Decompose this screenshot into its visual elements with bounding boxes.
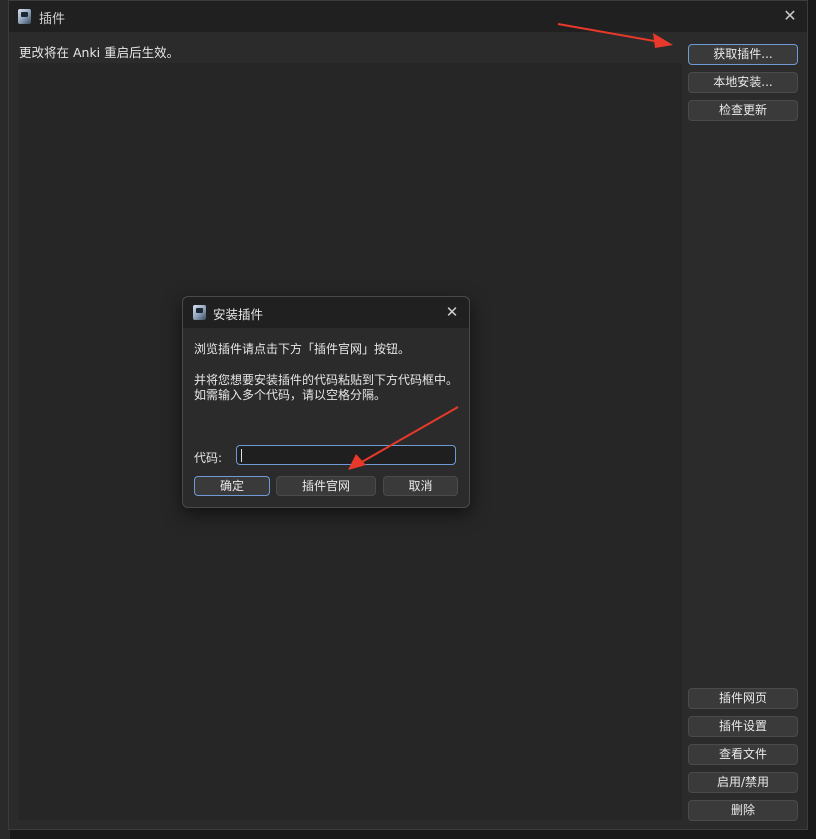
close-icon[interactable]: ✕ [779,5,801,27]
anki-icon [18,9,31,24]
dialog-title: 安装插件 [213,307,264,322]
instruction-line-3: 如需输入多个代码，请以空格分隔。 [194,388,387,402]
view-files-button[interactable]: 查看文件 [688,744,798,765]
delete-button[interactable]: 删除 [688,800,798,821]
check-updates-button[interactable]: 检查更新 [688,100,798,121]
code-input[interactable] [236,445,456,465]
restart-notice: 更改将在 Anki 重启后生效。 [19,45,180,60]
screen: 插件 ✕ 更改将在 Anki 重启后生效。 获取插件... 本地安装... 检查… [0,0,816,839]
close-icon[interactable]: ✕ [441,301,463,323]
addon-config-button[interactable]: 插件设置 [688,716,798,737]
install-from-file-button[interactable]: 本地安装... [688,72,798,93]
anki-icon [193,305,206,320]
install-addon-dialog: 安装插件 ✕ 浏览插件请点击下方「插件官网」按钮。 并将您想要安装插件的代码粘贴… [182,296,470,508]
toggle-enabled-button[interactable]: 启用/禁用 [688,772,798,793]
text-caret [241,449,242,462]
get-addons-button[interactable]: 获取插件... [688,44,798,65]
window-title: 插件 [39,12,66,27]
addon-website-button[interactable]: 插件官网 [276,476,376,496]
ok-button[interactable]: 确定 [194,476,270,496]
addon-page-button[interactable]: 插件网页 [688,688,798,709]
code-label: 代码: [194,451,223,465]
cancel-button[interactable]: 取消 [383,476,458,496]
title-bar: 插件 ✕ [9,1,807,32]
instruction-line-1: 浏览插件请点击下方「插件官网」按钮。 [194,342,411,356]
dialog-title-bar: 安装插件 ✕ [183,297,469,328]
